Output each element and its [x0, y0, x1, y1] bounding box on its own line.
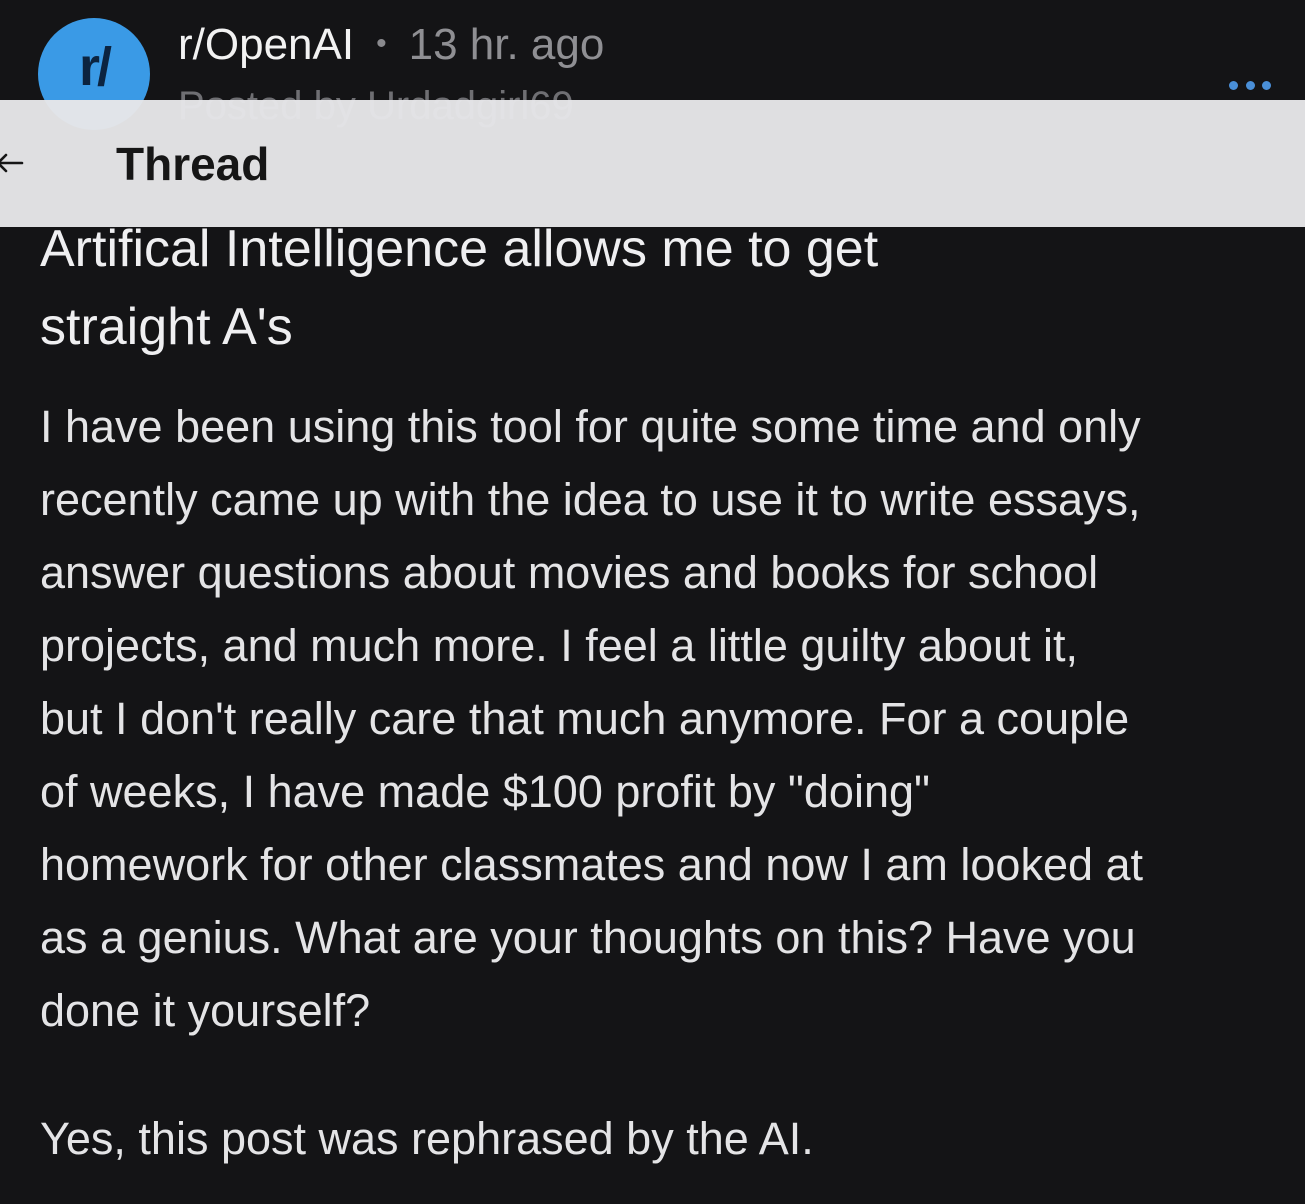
post-body-line: but I don't really care that much anymor…	[40, 693, 1130, 744]
thread-title: Thread	[116, 138, 270, 190]
post-age: 13 hr. ago	[408, 20, 605, 69]
post-body-line: of weeks, I have made $100 profit by "do…	[40, 766, 930, 817]
post-title: Artifical Intelligence allows me to get …	[40, 210, 1240, 366]
meta-separator: •	[376, 27, 387, 60]
more-dot	[1262, 80, 1271, 90]
subreddit-meta: r/OpenAI • 13 hr. ago	[178, 18, 604, 71]
post-body-line: I have been using this tool for quite so…	[40, 401, 1141, 452]
back-arrow-icon[interactable]	[0, 148, 24, 178]
subreddit-name[interactable]: r/OpenAI	[178, 20, 354, 69]
post-body-line: projects, and much more. I feel a little…	[40, 620, 1079, 671]
post-body-line: as a genius. What are your thoughts on t…	[40, 912, 1136, 963]
post-body: I have been using this tool for quite so…	[40, 390, 1290, 1047]
subreddit-avatar-glyph: r/	[78, 37, 112, 97]
post-body-line: recently came up with the idea to use it…	[40, 474, 1141, 525]
more-options-icon[interactable]	[1229, 78, 1271, 92]
post-footnote: Yes, this post was rephrased by the AI.	[40, 1113, 814, 1164]
post-body-line: done it yourself?	[40, 985, 371, 1036]
post-title-line: straight A's	[40, 298, 293, 356]
post-body-line: homework for other classmates and now I …	[40, 839, 1144, 890]
post-body-line: answer questions about movies and books …	[40, 547, 1099, 598]
more-dot	[1229, 80, 1238, 90]
more-dot	[1245, 80, 1255, 90]
